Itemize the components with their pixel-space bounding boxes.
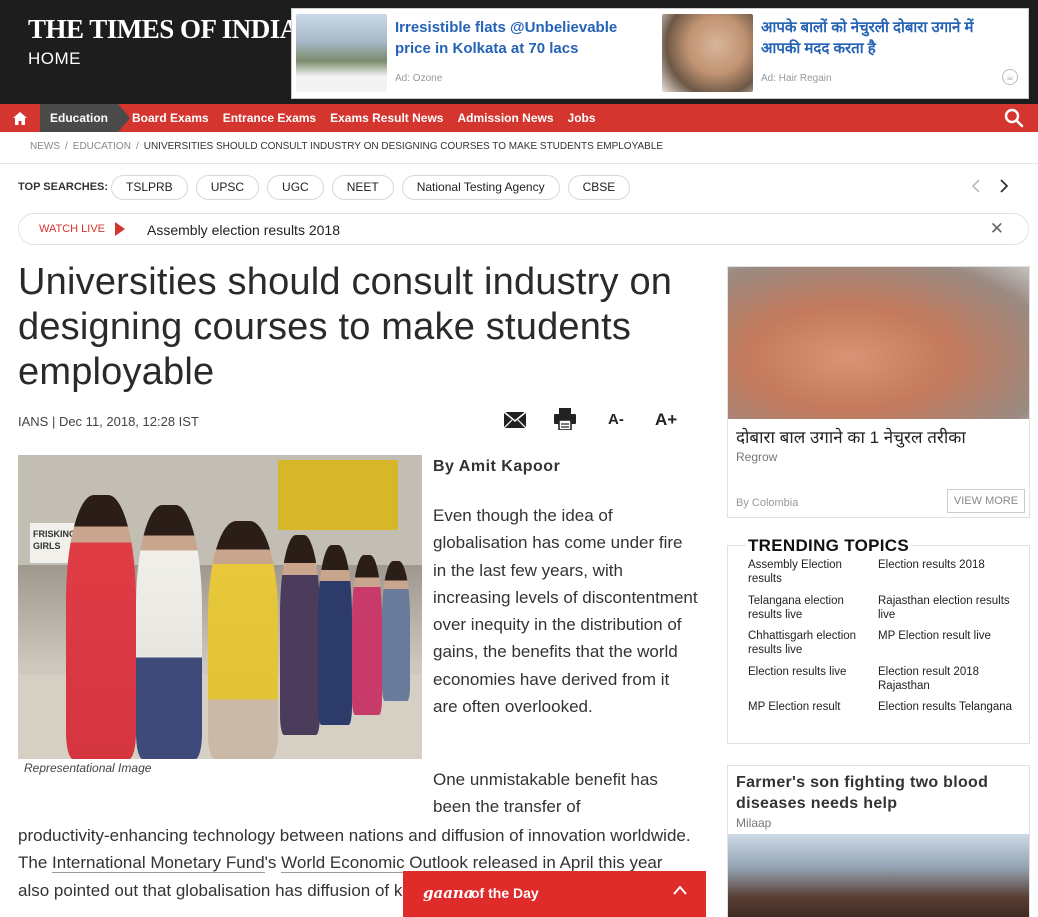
divider	[0, 163, 1038, 164]
gaana-song-bar[interactable]: gaana of the Day	[403, 871, 706, 917]
ad-source: Regrow	[736, 450, 778, 464]
view-more-button[interactable]: VIEW MORE	[947, 489, 1025, 513]
print-icon[interactable]	[554, 408, 576, 435]
sidebar-ad-regrow[interactable]: दोबारा बाल उगाने का 1 नेचुरल तरीका Regro…	[727, 266, 1030, 518]
article-paragraph: Even though the idea of globalisation ha…	[433, 506, 698, 717]
ad-title[interactable]: Farmer's son fighting two blood diseases…	[736, 772, 1021, 814]
image-person	[318, 545, 352, 725]
header-ad-flats[interactable]: Irresistible flats @Unbelievable price i…	[292, 9, 658, 98]
top-search-chip[interactable]: UPSC	[195, 175, 260, 200]
trending-item[interactable]: Election result 2018 Rajasthan	[878, 665, 1018, 695]
gaana-logo: gaana	[423, 884, 474, 902]
ad-title[interactable]: Irresistible flats @Unbelievable price i…	[395, 17, 645, 59]
image-bus	[278, 460, 398, 530]
top-search-chip[interactable]: National Testing Agency	[401, 175, 560, 200]
breadcrumb-education[interactable]: EDUCATION	[73, 141, 131, 152]
font-increase-button[interactable]: A+	[655, 410, 677, 430]
image-person	[208, 521, 278, 759]
nav-item-education[interactable]: Education	[40, 104, 131, 132]
nav-item-admission-news[interactable]: Admission News	[457, 111, 553, 125]
trending-list: Assembly Election results Election resul…	[748, 558, 1023, 730]
image-person	[66, 495, 136, 759]
section-nav: Education Board Exams Entrance Exams Exa…	[0, 104, 1038, 132]
nav-item-board-exams[interactable]: Board Exams	[132, 111, 209, 125]
breadcrumb-separator: /	[65, 141, 68, 152]
site-header: THE TIMES OF INDIA HOME Irresistible fla…	[0, 0, 1038, 104]
top-search-chip[interactable]: CBSE	[567, 175, 631, 200]
email-icon[interactable]	[503, 411, 527, 433]
nav-item-exams-result-news[interactable]: Exams Result News	[330, 111, 443, 125]
nav-item-entrance-exams[interactable]: Entrance Exams	[223, 111, 316, 125]
image-person	[382, 561, 410, 701]
section-name[interactable]: HOME	[28, 49, 81, 69]
trending-title: TRENDING TOPICS	[746, 536, 911, 556]
breadcrumb: NEWS / EDUCATION / UNIVERSITIES SHOULD CON…	[30, 141, 668, 152]
trending-item[interactable]: Election results live	[748, 665, 878, 695]
home-icon[interactable]	[0, 104, 40, 132]
top-search-chip[interactable]: UGC	[267, 175, 324, 200]
breadcrumb-news[interactable]: NEWS	[30, 141, 60, 152]
watch-live-bar[interactable]: WATCH LIVE Assembly election results 201…	[18, 213, 1029, 245]
chevron-right-icon[interactable]	[998, 178, 1010, 199]
top-searches-list: TSLPRB UPSC UGC NEET National Testing Ag…	[111, 175, 638, 200]
ad-title[interactable]: दोबारा बाल उगाने का 1 नेचुरल तरीका	[736, 425, 966, 448]
image-caption: Representational Image	[24, 761, 152, 775]
ad-image[interactable]	[296, 14, 387, 92]
close-icon[interactable]: ✕	[990, 219, 1004, 239]
article-headline: Universities should consult industry on …	[18, 261, 673, 393]
watch-live-text[interactable]: Assembly election results 2018	[147, 222, 340, 238]
sidebar-ad-milaap[interactable]: Farmer's son fighting two blood diseases…	[727, 765, 1030, 917]
image-person	[352, 555, 382, 715]
breadcrumb-current: UNIVERSITIES SHOULD CONSULT INDUSTRY ON …	[143, 141, 664, 152]
chevron-left-icon[interactable]	[970, 178, 982, 199]
top-search-chip[interactable]: TSLPRB	[111, 175, 188, 200]
search-icon[interactable]	[1004, 108, 1024, 133]
trending-item[interactable]: MP Election result	[748, 700, 878, 730]
trending-item[interactable]: Chhattisgarh election results live	[748, 629, 878, 659]
trending-item[interactable]: Assembly Election results	[748, 558, 878, 588]
trending-item[interactable]: Election results Telangana	[878, 700, 1018, 730]
watch-live-label: WATCH LIVE	[39, 223, 106, 235]
nav-items: Board Exams Entrance Exams Exams Result …	[132, 104, 610, 132]
adchoice-icon[interactable]: ☕	[1002, 69, 1018, 85]
top-searches-label: TOP SEARCHES:	[18, 181, 109, 193]
ad-title[interactable]: आपके बालों को नेचुरली दोबारा उगाने में आ…	[761, 17, 1011, 59]
ad-source: Milaap	[736, 816, 772, 830]
header-ad-hair[interactable]: आपके बालों को नेचुरली दोबारा उगाने में आ…	[658, 9, 1028, 98]
trending-item[interactable]: Election results 2018	[878, 558, 1018, 588]
trending-item[interactable]: Rajasthan election results live	[878, 594, 1018, 624]
chevron-up-icon[interactable]	[672, 883, 688, 901]
header-ad-strip: Irresistible flats @Unbelievable price i…	[291, 8, 1029, 99]
ad-image[interactable]	[728, 834, 1029, 917]
site-logo[interactable]: THE TIMES OF INDIA	[28, 14, 299, 45]
breadcrumb-separator: /	[135, 141, 139, 152]
ad-sponsor: Ad: Ozone	[395, 73, 443, 84]
article-source-date: IANS | Dec 11, 2018, 12:28 IST	[18, 414, 199, 429]
gaana-text: of the Day	[471, 885, 539, 901]
trending-item[interactable]: Telangana election results live	[748, 594, 878, 624]
nav-item-jobs[interactable]: Jobs	[568, 111, 596, 125]
ad-image[interactable]	[728, 267, 1029, 419]
imf-link[interactable]: International Monetary Fund	[52, 853, 265, 874]
top-search-chip[interactable]: NEET	[331, 175, 394, 200]
article-paragraph: One unmistakable benefit has been the tr…	[433, 770, 658, 817]
trending-topics: TRENDING TOPICS Assembly Election result…	[727, 536, 1030, 744]
ad-sponsor: Ad: Hair Regain	[761, 73, 832, 84]
article-author: By Amit Kapoor	[433, 458, 561, 475]
font-decrease-button[interactable]: A-	[608, 411, 624, 428]
ad-by-colombia: By Colombia	[736, 497, 799, 509]
article-image[interactable]: FRISKING GIRLS	[18, 455, 422, 759]
play-icon	[115, 222, 125, 236]
ad-image[interactable]	[662, 14, 753, 92]
image-person	[136, 505, 202, 759]
paragraph-text: 's	[264, 853, 282, 873]
trending-item[interactable]: MP Election result live	[878, 629, 1018, 659]
image-person	[280, 535, 320, 735]
